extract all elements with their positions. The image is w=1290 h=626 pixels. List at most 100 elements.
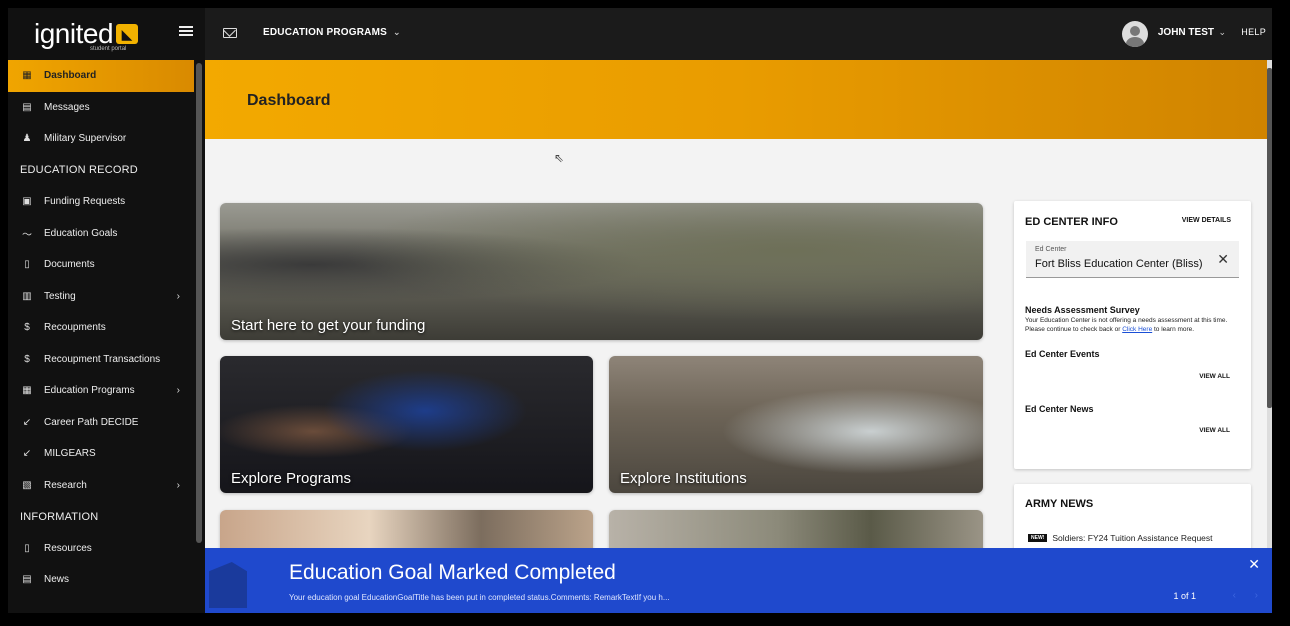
notification-count: 1 of 1	[1173, 591, 1196, 601]
programs-icon: ▦	[22, 385, 32, 397]
sidebar-item-messages[interactable]: ▤ Messages	[8, 92, 194, 124]
sidebar-item-label: Education Programs	[44, 385, 135, 397]
new-badge: NEW!	[1028, 534, 1048, 542]
arrow-icon: ↙	[22, 448, 32, 460]
sidebar-item-education-goals[interactable]: 〜 Education Goals	[8, 218, 194, 250]
tile-explore-programs[interactable]: Explore Programs	[220, 356, 593, 493]
ed-center-select-label: Ed Center	[1035, 246, 1067, 253]
survey-title: Needs Assessment Survey	[1025, 305, 1140, 315]
sidebar-item-resources[interactable]: ▯ Resources	[8, 533, 194, 565]
notification-title: Education Goal Marked Completed	[289, 561, 616, 584]
page-header: Dashboard	[205, 60, 1267, 139]
sidebar-item-label: Research	[44, 479, 87, 491]
program-selector[interactable]: EDUCATION PROGRAMS ⌄	[263, 27, 401, 38]
army-news-item-text: Soldiers: FY24 Tuition Assistance Reques…	[1052, 533, 1213, 543]
sidebar-item-milgears[interactable]: ↙ MILGEARS	[8, 438, 194, 470]
sidebar-item-research[interactable]: ▧ Research ›	[8, 470, 194, 502]
logo[interactable]: ignited ◣ student portal	[8, 8, 205, 60]
grid-icon: ▦	[22, 70, 32, 82]
arrow-icon: ↙	[22, 416, 32, 428]
sidebar-item-label: Testing	[44, 290, 76, 302]
top-bar: EDUCATION PROGRAMS ⌄ JOHN TEST ⌄ HELP	[205, 8, 1272, 60]
sidebar-item-recoupments[interactable]: $ Recoupments	[8, 312, 194, 344]
army-news-item[interactable]: NEW! Soldiers: FY24 Tuition Assistance R…	[1028, 533, 1213, 543]
testing-icon: ▥	[22, 290, 32, 302]
sidebar-item-education-programs[interactable]: ▦ Education Programs ›	[8, 375, 194, 407]
sidebar: ignited ◣ student portal ▦ Dashboard ▤ M…	[8, 8, 205, 613]
avatar[interactable]	[1122, 21, 1148, 47]
events-title: Ed Center Events	[1025, 349, 1100, 359]
mail-icon[interactable]	[223, 28, 237, 38]
sidebar-item-label: Dashboard	[44, 70, 97, 82]
tile-institutions-label: Explore Institutions	[620, 470, 747, 487]
sidebar-item-label: Resources	[44, 542, 92, 554]
view-details-link[interactable]: VIEW DETAILS	[1182, 217, 1231, 224]
news-view-all-link[interactable]: VIEW ALL	[1199, 427, 1230, 434]
mouse-cursor-icon: ⇖	[554, 151, 565, 165]
sidebar-item-label: Career Path DECIDE	[44, 416, 139, 428]
sidebar-item-career-path-decide[interactable]: ↙ Career Path DECIDE	[8, 407, 194, 439]
sidebar-item-dashboard[interactable]: ▦ Dashboard	[8, 60, 194, 92]
logo-mark-icon: ◣	[116, 24, 139, 44]
tile-funding[interactable]: Start here to get your funding	[220, 203, 983, 340]
chevron-down-icon: ⌄	[392, 27, 401, 37]
brand-tagline: student portal	[90, 46, 127, 52]
notification-message: Your education goal EducationGoalTitle h…	[289, 593, 670, 602]
dollar-icon: $	[24, 353, 30, 365]
close-icon[interactable]: ✕	[1217, 251, 1229, 268]
sidebar-item-label: Recoupment Transactions	[44, 353, 161, 365]
chevron-right-icon: ›	[176, 479, 180, 491]
sidebar-item-label: Education Goals	[44, 227, 118, 239]
help-link[interactable]: HELP	[1241, 27, 1266, 37]
message-icon: ▤	[22, 101, 32, 113]
notification-decoration-icon	[209, 562, 247, 608]
army-news-title: ARMY NEWS	[1025, 498, 1094, 510]
events-view-all-link[interactable]: VIEW ALL	[1199, 373, 1230, 380]
sidebar-item-military-supervisor[interactable]: ♟ Military Supervisor	[8, 123, 194, 155]
sidebar-item-label: News	[44, 574, 70, 586]
chevron-down-icon[interactable]: ⌄	[1218, 27, 1226, 38]
app-window: ignited ◣ student portal ▦ Dashboard ▤ M…	[8, 8, 1272, 613]
program-selector-label: EDUCATION PROGRAMS	[263, 27, 387, 38]
tile-explore-institutions[interactable]: Explore Institutions	[609, 356, 983, 493]
close-icon[interactable]: ✕	[1248, 556, 1260, 573]
section-information: INFORMATION	[20, 510, 99, 523]
sidebar-item-label: Military Supervisor	[44, 133, 127, 145]
ed-center-select[interactable]: Ed Center Fort Bliss Education Center (B…	[1026, 241, 1239, 278]
research-icon: ▧	[22, 479, 32, 491]
funding-icon: ▣	[22, 196, 32, 208]
people-icon: ♟	[22, 133, 32, 145]
sidebar-item-recoupment-transactions[interactable]: $ Recoupment Transactions	[8, 344, 194, 376]
sidebar-item-documents[interactable]: ▯ Documents	[8, 249, 194, 281]
sidebar-item-label: Funding Requests	[44, 196, 126, 208]
section-education-record: EDUCATION RECORD	[20, 164, 138, 177]
main-scrollbar-thumb[interactable]	[1267, 68, 1272, 408]
news-title: Ed Center News	[1025, 404, 1094, 414]
chevron-right-icon[interactable]: ›	[1255, 590, 1258, 601]
chevron-left-icon[interactable]: ‹	[1233, 590, 1236, 601]
sidebar-item-label: MILGEARS	[44, 448, 96, 460]
notification-banner: Education Goal Marked Completed Your edu…	[205, 548, 1272, 613]
chevron-right-icon: ›	[176, 385, 180, 397]
ed-center-title: ED CENTER INFO	[1025, 216, 1118, 228]
sidebar-item-label: Recoupments	[44, 322, 106, 334]
main-scrollbar[interactable]	[1267, 60, 1272, 613]
hamburger-menu-icon[interactable]	[179, 26, 193, 36]
chevron-right-icon: ›	[176, 290, 180, 302]
sidebar-scrollbar[interactable]	[196, 63, 202, 543]
sidebar-item-news[interactable]: ▤ News	[8, 564, 194, 596]
survey-text-end: to learn more.	[1154, 326, 1195, 333]
user-menu[interactable]: JOHN TEST	[1158, 27, 1214, 38]
sidebar-item-testing[interactable]: ▥ Testing ›	[8, 281, 194, 313]
tile-programs-label: Explore Programs	[231, 470, 352, 487]
trend-icon: 〜	[22, 229, 32, 241]
document-icon: ▯	[24, 542, 30, 554]
dollar-icon: $	[24, 322, 30, 334]
sidebar-item-funding-requests[interactable]: ▣ Funding Requests	[8, 186, 194, 218]
survey-text: Your Education Center is not offering a …	[1025, 316, 1245, 334]
ed-center-select-value: Fort Bliss Education Center (Bliss)	[1035, 258, 1203, 270]
tile-funding-label: Start here to get your funding	[231, 317, 426, 334]
sidebar-item-label: Documents	[44, 259, 95, 271]
sidebar-item-label: Messages	[44, 101, 90, 113]
click-here-link[interactable]: Click Here	[1122, 326, 1152, 333]
